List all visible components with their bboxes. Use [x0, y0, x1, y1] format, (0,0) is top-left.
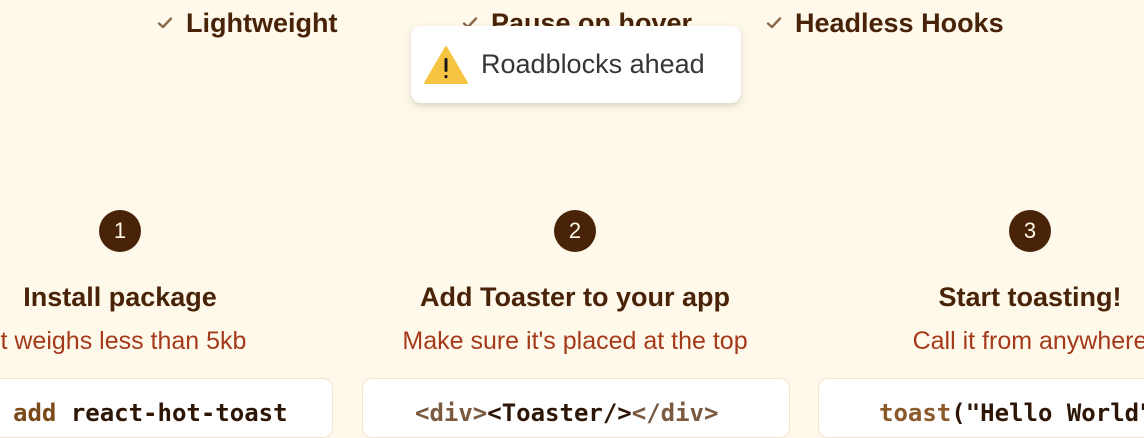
- warning-icon: [424, 45, 468, 85]
- checkmark-icon: [156, 14, 174, 32]
- code-block-toast-call[interactable]: toast("Hello World": [818, 378, 1144, 438]
- feature-lightweight: Lightweight: [156, 6, 337, 40]
- step-number: 3: [1009, 210, 1051, 252]
- step-subtitle: Make sure it's placed at the top: [402, 327, 748, 355]
- code-tag-open: <div>: [415, 399, 488, 427]
- step-install-package: 1 Install package It weighs less than 5k…: [0, 210, 360, 356]
- step-number: 1: [99, 210, 141, 252]
- code-paren: (: [951, 399, 966, 427]
- code-tag-close: </div>: [631, 399, 719, 427]
- feature-headless-hooks: Headless Hooks: [765, 6, 1004, 40]
- step-title: Start toasting!: [938, 282, 1122, 312]
- step-number: 2: [554, 210, 596, 252]
- code-function: toast: [879, 399, 952, 427]
- checkmark-icon: [765, 14, 783, 32]
- step-title: Install package: [23, 282, 217, 312]
- code-package: react-hot-toast: [70, 399, 288, 427]
- code-component: <Toaster/>: [487, 399, 632, 427]
- toast-message: Roadblocks ahead: [481, 49, 705, 79]
- code-block-toaster[interactable]: <div><Toaster/></div>: [362, 378, 790, 438]
- toast-notification[interactable]: Roadblocks ahead: [411, 26, 741, 103]
- feature-label: Lightweight: [186, 7, 338, 38]
- feature-label: Headless Hooks: [795, 7, 1004, 38]
- code-command: add: [13, 399, 57, 427]
- step-add-toaster: 2 Add Toaster to your app Make sure it's…: [335, 210, 815, 356]
- code-block-install[interactable]: add react-hot-toast: [0, 378, 333, 438]
- step-start-toasting: 3 Start toasting! Call it from anywhere: [790, 210, 1144, 356]
- code-argument: "Hello World": [965, 399, 1144, 427]
- step-subtitle: Call it from anywhere: [912, 327, 1144, 355]
- step-title: Add Toaster to your app: [419, 282, 730, 312]
- step-subtitle: It weighs less than 5kb: [0, 327, 247, 355]
